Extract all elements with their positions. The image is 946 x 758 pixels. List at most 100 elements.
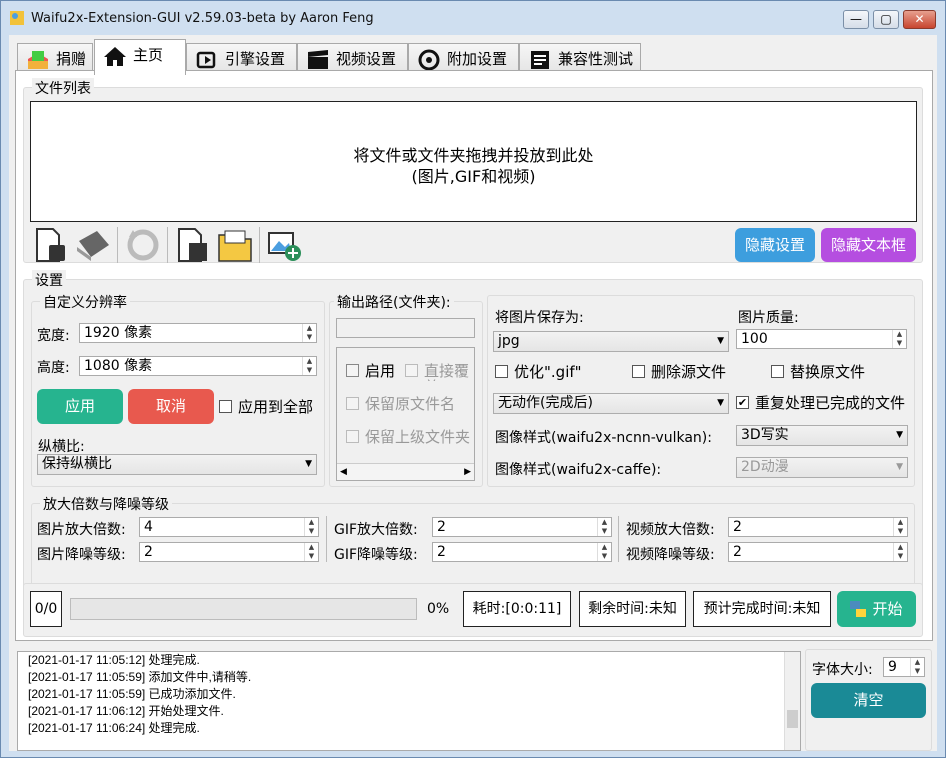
progress-bar (70, 598, 417, 620)
log-line: [2021-01-17 11:06:24] 处理完成. (28, 721, 200, 735)
elapsed-time: 耗时:[0:0:11] (463, 591, 571, 627)
scale-denoise-title: 放大倍数与降噪等级 (40, 494, 172, 514)
log-textbox[interactable]: [2021-01-17 11:05:12] 处理完成. [2021-01-17 … (17, 651, 801, 751)
height-field[interactable]: 1080 像素 ▲ ▼ (79, 356, 317, 376)
apply-all-checkbox[interactable]: 应用到全部 (219, 399, 313, 415)
start-button[interactable]: 开始 (837, 591, 916, 627)
font-size-label: 字体大小: (812, 662, 873, 678)
toolbar-divider (167, 227, 168, 263)
drop-types: (图片,GIF和视频) (411, 167, 536, 186)
apply-all-label: 应用到全部 (238, 398, 314, 416)
video-denoise-value: 2 (733, 544, 742, 560)
file-drop-zone[interactable]: 将文件或文件夹拖拽并投放到此处 (图片,GIF和视频) (30, 101, 917, 222)
output-path-field[interactable] (336, 318, 475, 338)
scroll-right-icon[interactable]: ▶ (464, 467, 471, 477)
ratio-label: 纵横比: (38, 439, 85, 455)
quality-field[interactable]: 100 ▲ ▼ (736, 329, 907, 349)
image-scale-field[interactable]: 4 ▲ ▼ (139, 517, 319, 537)
width-field[interactable]: 1920 像素 ▲ ▼ (79, 323, 317, 343)
width-spinner[interactable]: ▲ ▼ (302, 324, 316, 342)
remove-file-icon[interactable] (33, 227, 69, 263)
tab-label: 引擎设置 (225, 50, 286, 68)
keep-name-label: 保留原文件名 (365, 395, 456, 413)
minimize-button[interactable]: — (843, 10, 869, 29)
open-list-icon[interactable] (217, 227, 253, 263)
gif-denoise-value: 2 (437, 544, 446, 560)
video-icon (308, 50, 328, 69)
gif-denoise-label: GIF降噪等级: (334, 547, 418, 563)
quality-spinner[interactable]: ▲ ▼ (892, 330, 906, 348)
close-button[interactable]: ✕ (903, 10, 936, 29)
image-scale-spinner[interactable]: ▲ ▼ (304, 518, 318, 536)
enable-label: 启用 (365, 362, 396, 380)
height-spinner[interactable]: ▲ ▼ (302, 357, 316, 375)
tab-label: 视频设置 (336, 50, 397, 68)
donate-icon (28, 51, 48, 69)
replace-source-label: 替换原文件 (790, 363, 866, 381)
clear-log-button[interactable]: 清空 (811, 683, 926, 718)
toolbar-divider (117, 227, 118, 263)
keep-name-checkbox[interactable]: 保留原文件名 (346, 396, 455, 412)
home-icon (104, 47, 126, 66)
video-scale-label: 视频放大倍数: (626, 522, 715, 538)
checkbox-box (346, 430, 359, 443)
format-select[interactable]: jpg ▼ (493, 331, 729, 352)
gif-scale-field[interactable]: 2 ▲ ▼ (432, 517, 612, 537)
save-list-icon[interactable] (175, 227, 211, 263)
font-size-field[interactable]: 9 ▲ ▼ (883, 657, 925, 677)
optimize-gif-checkbox[interactable]: 优化".gif" (495, 364, 582, 380)
image-denoise-value: 2 (144, 544, 153, 560)
video-denoise-spinner[interactable]: ▲ ▼ (893, 543, 907, 561)
add-image-icon[interactable] (267, 227, 303, 263)
delete-source-checkbox[interactable]: 删除源文件 (632, 364, 726, 380)
enable-output-checkbox[interactable]: 启用 (346, 363, 395, 379)
app-window: Waifu2x-Extension-GUI v2.59.03-beta by A… (0, 0, 946, 758)
scroll-thumb[interactable] (787, 710, 798, 728)
window-title: Waifu2x-Extension-GUI v2.59.03-beta by A… (31, 11, 374, 26)
quality-value: 100 (741, 331, 768, 347)
compat-icon (531, 51, 549, 69)
hide-textbox-button[interactable]: 隐藏文本框 (821, 228, 916, 262)
ratio-select[interactable]: 保持纵横比 ▼ (37, 454, 317, 475)
gif-denoise-spinner[interactable]: ▲ ▼ (597, 543, 611, 561)
video-denoise-field[interactable]: 2 ▲ ▼ (728, 542, 908, 562)
toolbar-divider (259, 227, 260, 263)
checkbox-box (495, 365, 508, 378)
tab-home[interactable]: 主页 (94, 39, 186, 75)
image-denoise-label: 图片降噪等级: (37, 547, 126, 563)
tab-label: 主页 (133, 46, 164, 64)
replace-source-checkbox[interactable]: 替换原文件 (771, 364, 865, 380)
gif-denoise-field[interactable]: 2 ▲ ▼ (432, 542, 612, 562)
video-scale-spinner[interactable]: ▲ ▼ (893, 518, 907, 536)
reprocess-checkbox[interactable]: ✔ 重复处理已完成的文件 (736, 395, 905, 411)
checkbox-box (346, 364, 359, 377)
height-value: 1080 像素 (84, 358, 153, 374)
video-scale-field[interactable]: 2 ▲ ▼ (728, 517, 908, 537)
tab-label: 附加设置 (447, 50, 508, 68)
image-denoise-field[interactable]: 2 ▲ ▼ (139, 542, 319, 562)
scroll-left-icon[interactable]: ◀ (340, 467, 347, 477)
hide-settings-button[interactable]: 隐藏设置 (735, 228, 815, 262)
cancel-button[interactable]: 取消 (128, 389, 214, 424)
vulkan-style-select[interactable]: 3D写实 ▼ (736, 425, 908, 446)
gif-scale-spinner[interactable]: ▲ ▼ (597, 518, 611, 536)
keep-parent-checkbox[interactable]: 保留上级文件夹 (346, 429, 474, 447)
caffe-style-select[interactable]: 2D动漫 ▼ (736, 457, 908, 478)
refresh-icon[interactable] (125, 227, 161, 263)
vulkan-style-label: 图像样式(waifu2x-ncnn-vulkan): (495, 430, 712, 446)
apply-button[interactable]: 应用 (37, 389, 123, 424)
log-scrollbar[interactable] (784, 652, 800, 750)
overwrite-checkbox[interactable]: 直接覆盖 (405, 363, 475, 381)
maximize-button[interactable]: ▢ (873, 10, 899, 29)
video-scale-value: 2 (733, 519, 742, 535)
overwrite-label: 直接覆盖 (424, 363, 470, 381)
clear-list-icon[interactable] (75, 227, 111, 263)
checkbox-box (632, 365, 645, 378)
chevron-down-icon: ▼ (717, 336, 724, 346)
after-finish-select[interactable]: 无动作(完成后) ▼ (493, 393, 729, 414)
horizontal-scrollbar[interactable]: ◀ ▶ (337, 463, 474, 480)
font-size-spinner[interactable]: ▲ ▼ (910, 658, 924, 676)
keep-parent-label: 保留上级文件夹 (365, 429, 471, 446)
image-denoise-spinner[interactable]: ▲ ▼ (304, 543, 318, 561)
settings-title: 设置 (32, 270, 66, 290)
